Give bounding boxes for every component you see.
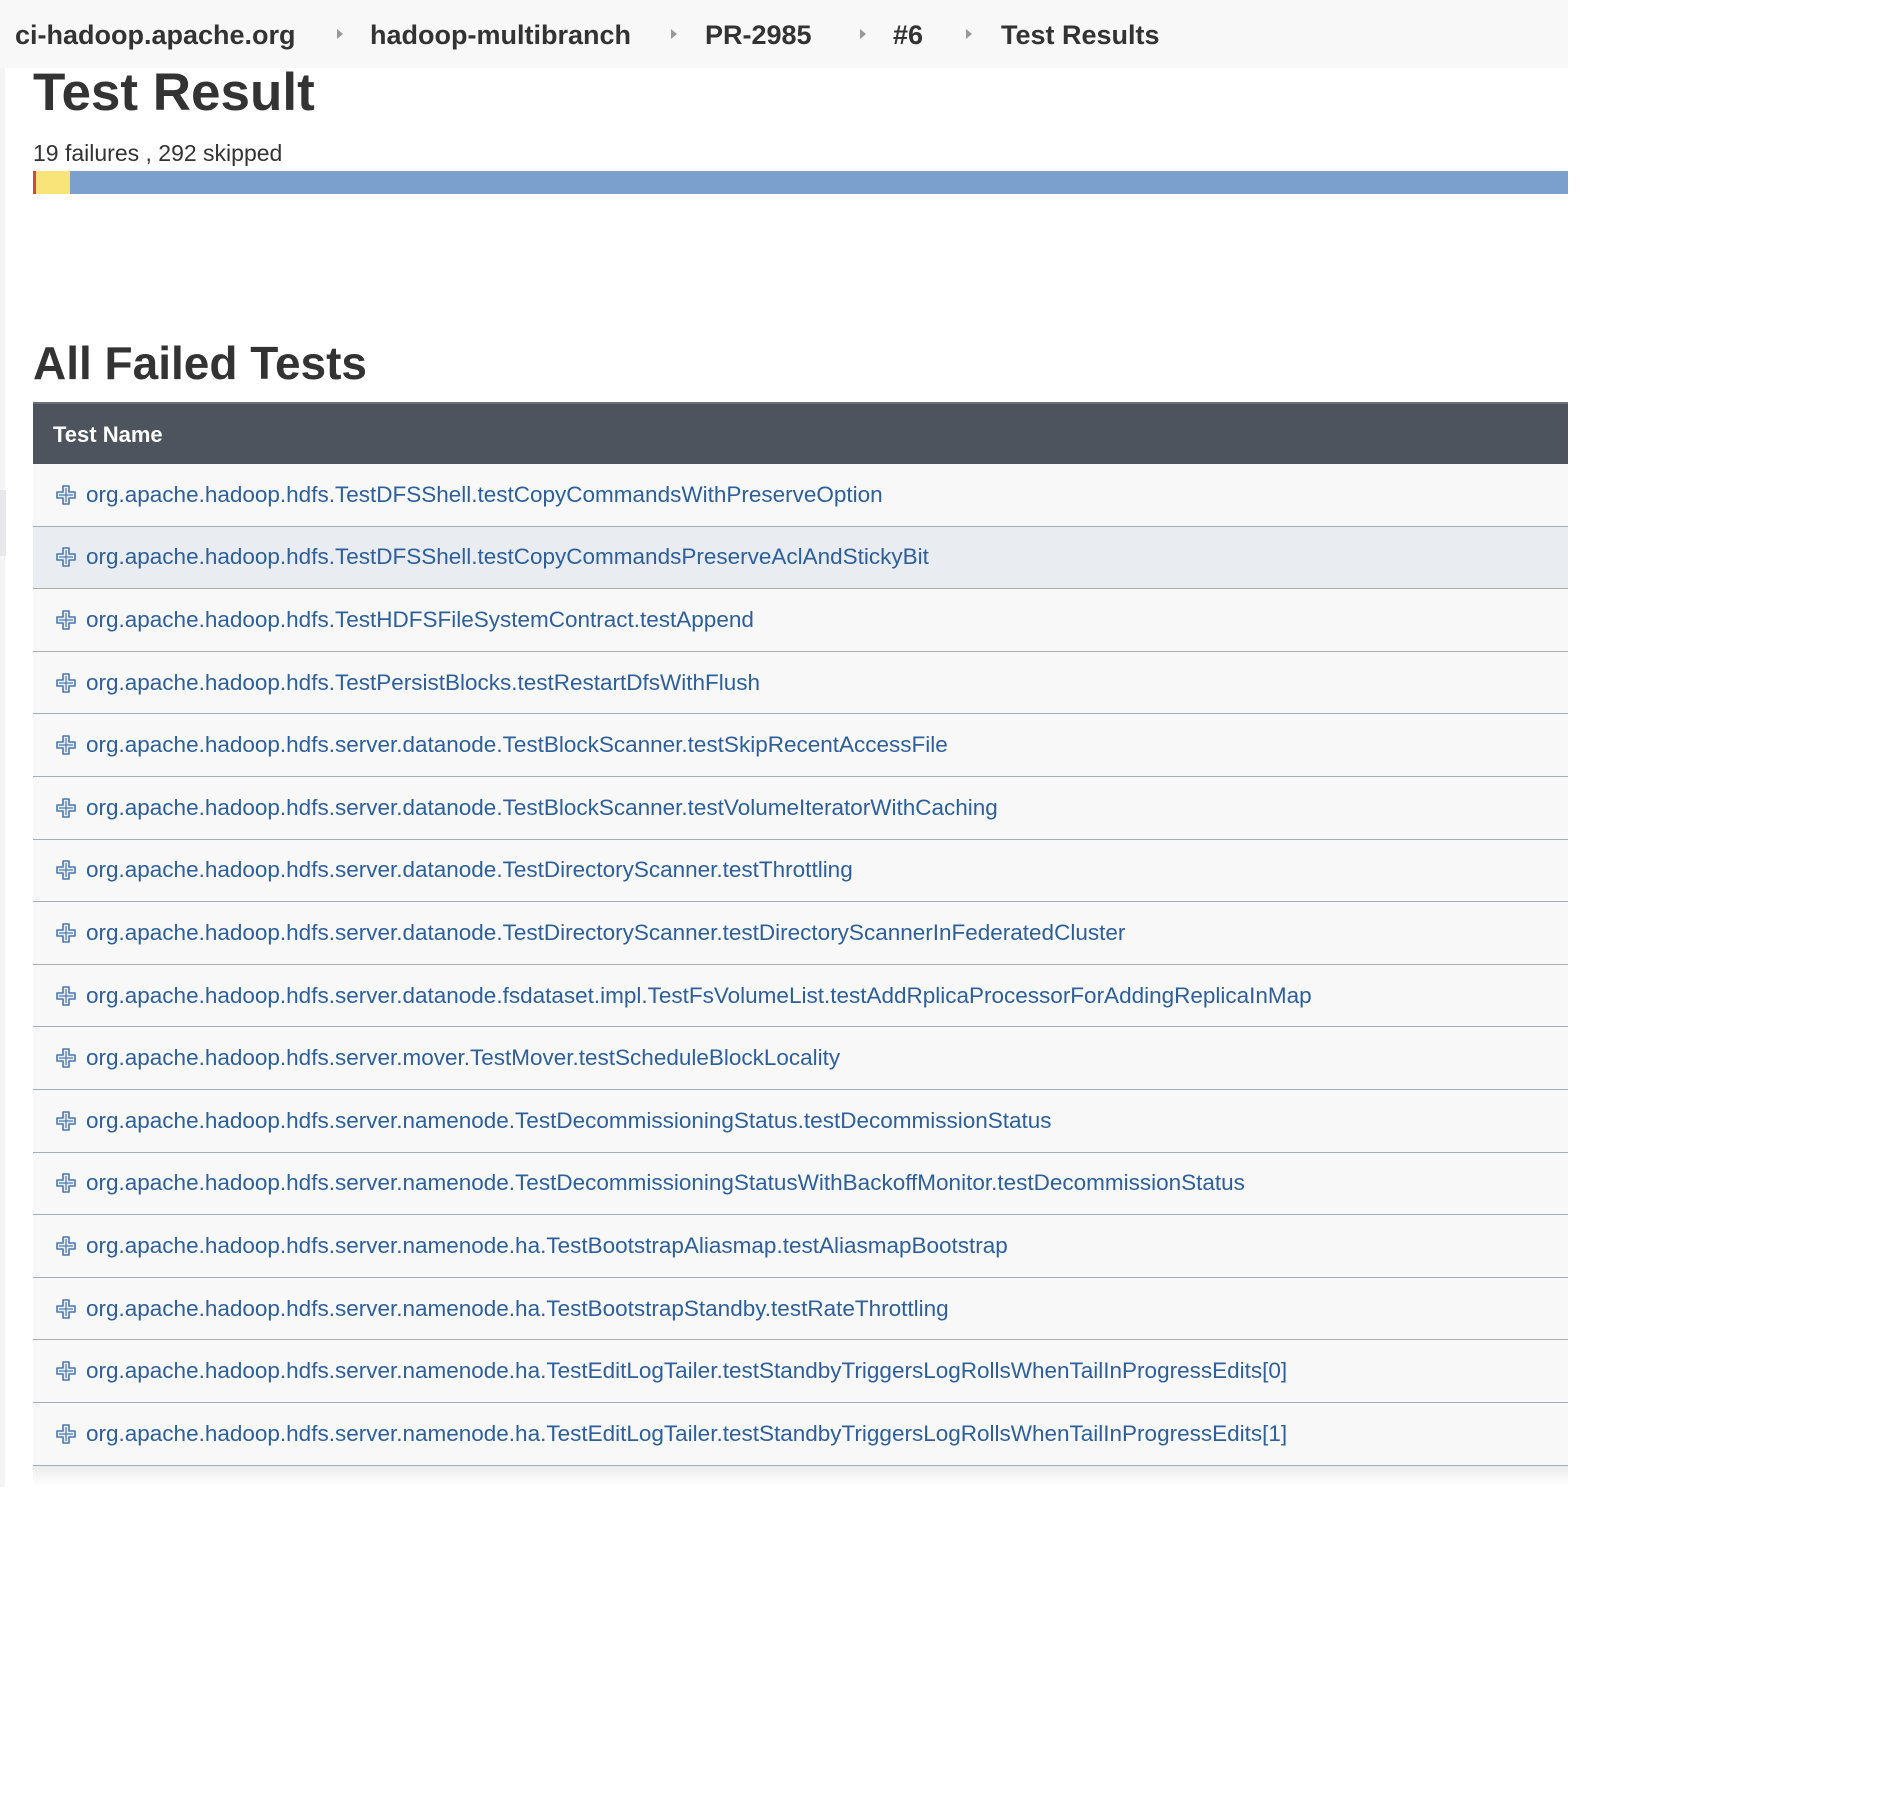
side-panel-edge [0,68,5,1487]
breadcrumb-separator-icon [860,29,866,39]
table-row[interactable]: org.apache.hadoop.hdfs.server.datanode.T… [33,714,1568,777]
table-row[interactable]: org.apache.hadoop.hdfs.server.namenode.T… [33,1152,1568,1216]
table-row[interactable]: org.apache.hadoop.hdfs.TestHDFSFileSyste… [33,589,1568,652]
failed-test-link[interactable]: org.apache.hadoop.hdfs.server.datanode.f… [86,983,1312,1009]
table-row[interactable]: org.apache.hadoop.hdfs.server.datanode.f… [33,964,1568,1028]
table-row[interactable]: org.apache.hadoop.hdfs.server.namenode.h… [33,1340,1568,1403]
table-row[interactable]: org.apache.hadoop.hdfs.server.datanode.T… [33,902,1568,965]
scroll-shadow [33,1466,1568,1487]
failed-test-link[interactable]: org.apache.hadoop.hdfs.server.datanode.T… [86,732,948,758]
failed-test-link[interactable]: org.apache.hadoop.hdfs.TestDFSShell.test… [86,544,929,570]
page-title: Test Result [33,63,315,122]
expand-plus-icon[interactable] [55,609,77,631]
breadcrumb: ci-hadoop.apache.org hadoop-multibranch … [0,0,1568,68]
expand-plus-icon[interactable] [55,734,77,756]
table-row[interactable]: org.apache.hadoop.hdfs.server.mover.Test… [33,1027,1568,1090]
expand-plus-icon[interactable] [55,985,77,1007]
failed-test-link[interactable]: org.apache.hadoop.hdfs.server.datanode.T… [86,920,1125,946]
expand-plus-icon[interactable] [55,484,77,506]
failed-test-link[interactable]: org.apache.hadoop.hdfs.server.namenode.h… [86,1421,1287,1447]
failed-test-link[interactable]: org.apache.hadoop.hdfs.server.namenode.h… [86,1296,949,1322]
failed-test-link[interactable]: org.apache.hadoop.hdfs.server.namenode.T… [86,1170,1245,1196]
expand-plus-icon[interactable] [55,1423,77,1445]
failed-test-link[interactable]: org.apache.hadoop.hdfs.server.mover.Test… [86,1045,840,1071]
breadcrumb-item-server[interactable]: ci-hadoop.apache.org [15,0,296,68]
table-row[interactable]: org.apache.hadoop.hdfs.TestPersistBlocks… [33,651,1568,715]
breadcrumb-separator-icon [337,29,343,39]
expand-plus-icon[interactable] [55,1047,77,1069]
result-bar-passed [70,171,1568,194]
expand-plus-icon[interactable] [55,672,77,694]
breadcrumb-item-build[interactable]: #6 [893,0,923,68]
expand-plus-icon[interactable] [55,859,77,881]
breadcrumb-item-branch[interactable]: PR-2985 [705,0,812,68]
test-summary: 19 failures , 292 skipped [33,140,283,166]
failed-test-link[interactable]: org.apache.hadoop.hdfs.TestHDFSFileSyste… [86,607,754,633]
side-panel-marker [0,490,6,556]
failed-test-link[interactable]: org.apache.hadoop.hdfs.server.namenode.T… [86,1108,1052,1134]
failed-test-link[interactable]: org.apache.hadoop.hdfs.server.datanode.T… [86,857,853,883]
table-row[interactable]: org.apache.hadoop.hdfs.server.datanode.T… [33,839,1568,903]
table-row[interactable]: org.apache.hadoop.hdfs.TestDFSShell.test… [33,526,1568,590]
expand-plus-icon[interactable] [55,1360,77,1382]
column-header-test-name[interactable]: Test Name [33,402,1568,464]
expand-plus-icon[interactable] [55,1235,77,1257]
table-row[interactable]: org.apache.hadoop.hdfs.server.namenode.h… [33,1277,1568,1341]
table-row[interactable]: org.apache.hadoop.hdfs.server.datanode.T… [33,776,1568,840]
result-bar-skipped [36,171,70,194]
failed-test-link[interactable]: org.apache.hadoop.hdfs.server.namenode.h… [86,1358,1287,1384]
table-row[interactable]: org.apache.hadoop.hdfs.server.namenode.h… [33,1215,1568,1278]
table-row[interactable]: org.apache.hadoop.hdfs.server.namenode.h… [33,1402,1568,1466]
expand-plus-icon[interactable] [55,1298,77,1320]
expand-plus-icon[interactable] [55,922,77,944]
failed-tests-rows: org.apache.hadoop.hdfs.TestDFSShell.test… [33,464,1568,1466]
breadcrumb-separator-icon [966,29,972,39]
failed-test-link[interactable]: org.apache.hadoop.hdfs.TestDFSShell.test… [86,482,883,508]
failed-test-link[interactable]: org.apache.hadoop.hdfs.TestPersistBlocks… [86,670,760,696]
breadcrumb-item-test-results[interactable]: Test Results [1001,0,1160,68]
failed-tests-table: Test Name org.apache.hadoop.hdfs.TestDFS… [33,402,1568,1466]
failed-test-link[interactable]: org.apache.hadoop.hdfs.server.datanode.T… [86,795,998,821]
expand-plus-icon[interactable] [55,1110,77,1132]
failed-tests-heading: All Failed Tests [33,337,368,389]
expand-plus-icon[interactable] [55,797,77,819]
test-result-bar [33,171,1568,194]
table-row[interactable]: org.apache.hadoop.hdfs.server.namenode.T… [33,1089,1568,1153]
expand-plus-icon[interactable] [55,1172,77,1194]
expand-plus-icon[interactable] [55,546,77,568]
table-row[interactable]: org.apache.hadoop.hdfs.TestDFSShell.test… [33,464,1568,527]
breadcrumb-separator-icon [671,29,677,39]
failed-test-link[interactable]: org.apache.hadoop.hdfs.server.namenode.h… [86,1233,1008,1259]
breadcrumb-item-job[interactable]: hadoop-multibranch [370,0,631,68]
